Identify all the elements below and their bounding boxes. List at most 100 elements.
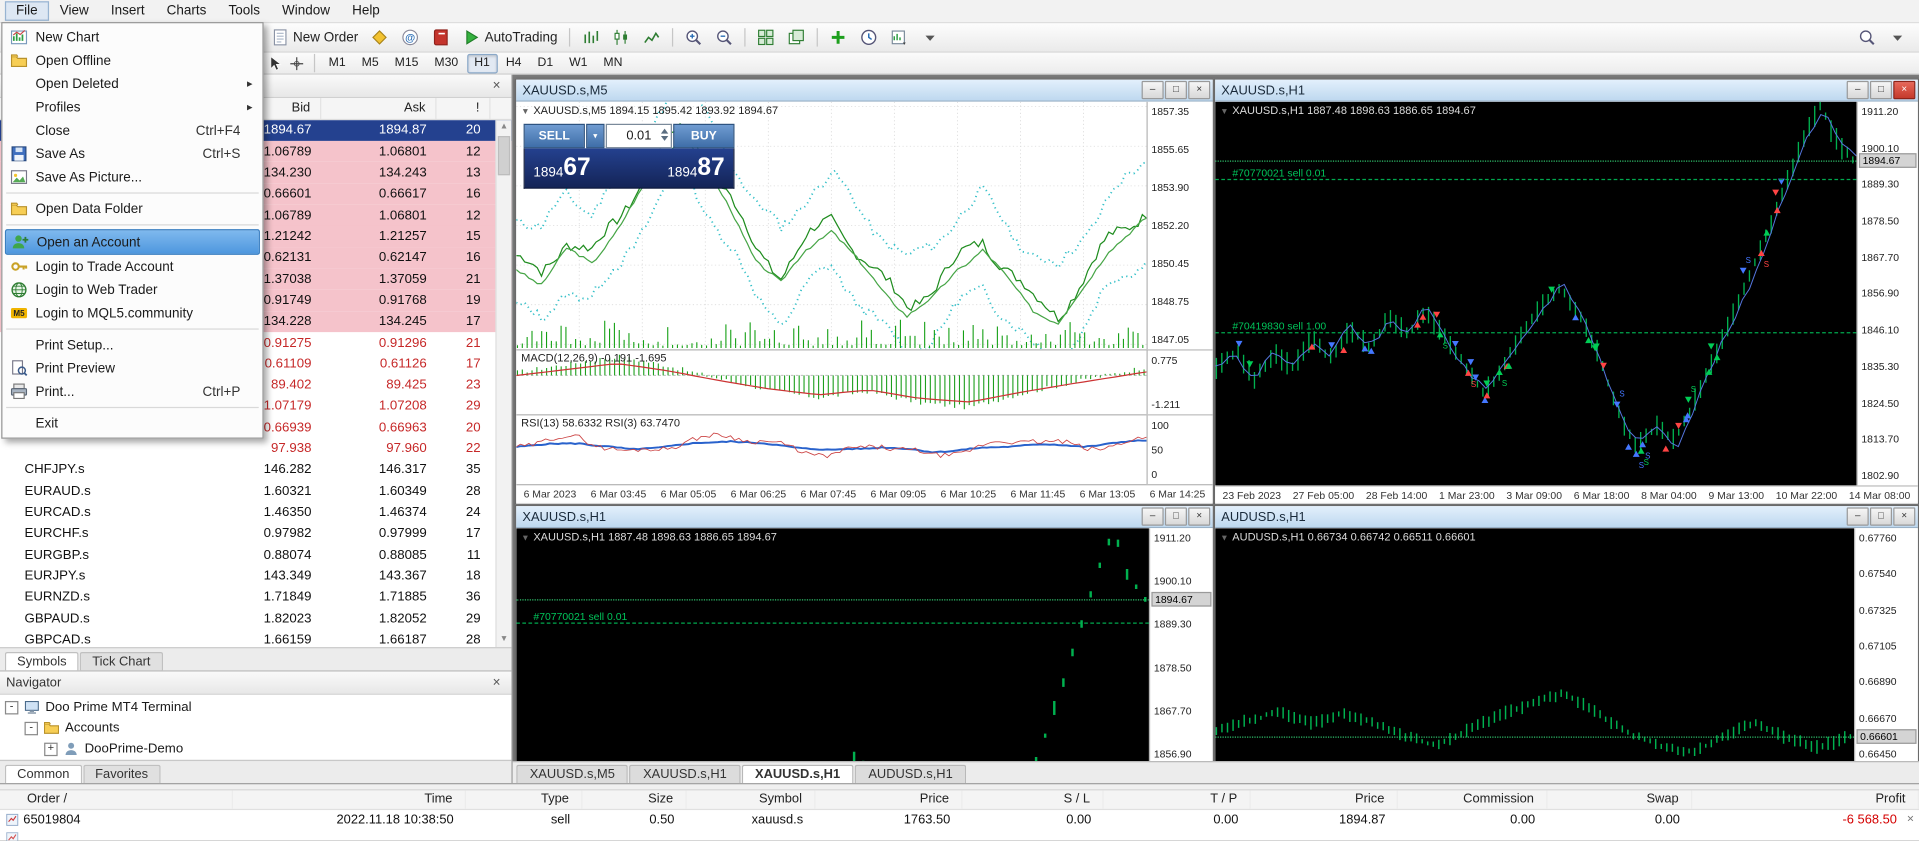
col-size[interactable]: Size — [582, 790, 686, 808]
market-watch-row[interactable]: CHFJPY.s 146.282 146.317 35 — [0, 459, 511, 480]
col-time[interactable]: Time — [233, 790, 466, 808]
printer-item[interactable]: Print... Ctrl+P — [5, 380, 260, 403]
restore-button[interactable]: □ — [1870, 81, 1892, 99]
timeframe-button[interactable]: M15 — [387, 53, 426, 73]
picture-item[interactable]: Save As Picture... — [5, 165, 260, 188]
col-ask[interactable]: Ask — [321, 98, 436, 119]
scrollbar-thumb[interactable] — [498, 136, 510, 175]
file-menu-item[interactable]: Close Ctrl+F4 — [5, 119, 260, 142]
chart-tab[interactable]: AUDUSD.s,H1 — [855, 765, 966, 783]
market-watch-row[interactable]: EURAUD.s 1.60321 1.60349 28 — [0, 480, 511, 501]
timeframe-button[interactable]: M30 — [427, 53, 466, 73]
trade-level-line[interactable]: #70770021 sell 0.01 — [1215, 179, 1856, 180]
market-watch-row[interactable]: EURNZD.s 1.71849 1.71885 36 — [0, 587, 511, 608]
chevron-down-icon[interactable]: ▼ — [1220, 534, 1229, 543]
navigator-tab[interactable]: Favorites — [83, 765, 160, 783]
mql5-item[interactable]: M5 Login to MQL5.community — [5, 301, 260, 324]
market-watch-row[interactable]: GBPCAD.s 1.66159 1.66187 28 — [0, 629, 511, 647]
new-chart-item[interactable]: New Chart — [5, 26, 260, 49]
col-sl[interactable]: S / L — [963, 790, 1104, 808]
search-button[interactable] — [1853, 25, 1881, 51]
market-watch-row[interactable]: EURCHF.s 0.97982 0.97999 17 — [0, 523, 511, 544]
tree-expander-icon[interactable]: - — [5, 701, 18, 714]
close-button[interactable]: × — [1893, 81, 1915, 99]
chart-window-titlebar[interactable]: AUDUSD.s,H1 – □ × — [1215, 506, 1918, 528]
timeframe-button[interactable]: M5 — [354, 53, 386, 73]
chevron-down-icon[interactable]: ▼ — [521, 534, 530, 543]
news-item[interactable]: @ — [396, 25, 424, 51]
timeframe-button[interactable]: H4 — [498, 53, 528, 73]
col-open-price[interactable]: Price — [815, 790, 962, 808]
navigator-item[interactable]: -Accounts — [0, 718, 511, 739]
restore-button[interactable]: □ — [1165, 81, 1187, 99]
restore-button[interactable]: □ — [1165, 507, 1187, 525]
arrow-down-item[interactable] — [916, 25, 944, 51]
col-swap[interactable]: Swap — [1547, 790, 1692, 808]
minimize-button[interactable]: – — [1847, 81, 1869, 99]
macd-pane[interactable]: MACD(12,26,9) -0.191 -1.695 — [516, 350, 1146, 414]
minimize-button[interactable]: – — [1142, 81, 1164, 99]
minimize-button[interactable]: – — [1142, 507, 1164, 525]
file-menu-item[interactable]: Exit — [5, 412, 260, 435]
price-chart[interactable]: ▼XAUUSD.s,M5 1894.15 1895.42 1893.92 189… — [516, 102, 1146, 350]
preview-item[interactable]: Print Preview — [5, 357, 260, 380]
navigator-item[interactable]: -Doo Prime MT4 Terminal — [0, 697, 511, 718]
folder-item[interactable]: Open Offline — [5, 49, 260, 72]
cursor-icon[interactable] — [266, 55, 283, 72]
col-current-price[interactable]: Price — [1251, 790, 1398, 808]
metaeditor-item[interactable] — [366, 25, 394, 51]
menu-bar-item[interactable]: File — [5, 1, 49, 21]
market-watch-row[interactable]: EURCAD.s 1.46350 1.46374 24 — [0, 502, 511, 523]
restore-button[interactable]: □ — [1870, 507, 1892, 525]
menu-bar-item[interactable]: Charts — [156, 1, 218, 21]
zoom-out-item[interactable] — [710, 25, 738, 51]
timeframe-button[interactable]: H1 — [467, 53, 497, 73]
minimize-button[interactable]: – — [1847, 507, 1869, 525]
tree-expander-icon[interactable]: - — [25, 721, 38, 734]
trade-level-line[interactable]: #70419830 sell 1.00 — [1215, 332, 1856, 333]
folder-item[interactable]: Open Data Folder — [5, 197, 260, 220]
new-order-item[interactable]: New Order — [266, 25, 363, 51]
rsi-pane[interactable]: RSI(13) 58.6332 RSI(3) 63.7470 — [516, 415, 1146, 484]
lot-size-input[interactable]: 0.01 — [606, 124, 672, 149]
buy-button[interactable]: BUY — [673, 124, 734, 149]
chart-tab[interactable]: XAUUSD.s,H1 — [741, 765, 853, 783]
periods-item[interactable] — [854, 25, 882, 51]
trade-level-line[interactable]: #70770021 sell 0.01 — [516, 623, 1149, 624]
save-item[interactable]: Save As Ctrl+S — [5, 142, 260, 165]
indicators-item[interactable] — [824, 25, 852, 51]
col-symbol[interactable]: Symbol — [687, 790, 816, 808]
chart-line-item[interactable] — [637, 25, 665, 51]
price-chart[interactable]: SSSSSSSSSS ▼XAUUSD.s,H1 1887.48 1898.63 … — [1215, 102, 1856, 486]
timeframe-button[interactable]: MN — [596, 53, 630, 73]
order-row-partial[interactable] — [0, 828, 1919, 840]
market-watch-row[interactable]: GBPAUD.s 1.82023 1.82052 29 — [0, 608, 511, 629]
file-menu-item[interactable]: Profiles ▸ — [5, 96, 260, 119]
navigator-caption[interactable]: Navigator × — [0, 671, 511, 694]
price-chart[interactable]: ▼XAUUSD.s,H1 1887.48 1898.63 1886.65 189… — [516, 528, 1149, 763]
file-menu-item[interactable]: Print Setup... — [5, 333, 260, 356]
key-item[interactable]: Login to Trade Account — [5, 255, 260, 278]
crosshair-icon[interactable] — [288, 55, 305, 72]
menu-bar-item[interactable]: Help — [341, 1, 391, 21]
col-tp[interactable]: T / P — [1104, 790, 1251, 808]
close-icon[interactable]: × — [488, 675, 505, 690]
zoom-in-item[interactable] — [679, 25, 707, 51]
scroll-up-icon[interactable]: ▲ — [497, 120, 512, 135]
col-order[interactable]: Order / — [0, 790, 233, 808]
market-watch-row[interactable]: EURGBP.s 0.88074 0.88085 11 — [0, 544, 511, 565]
chart-window-titlebar[interactable]: XAUUSD.s,M5 – □ × — [516, 80, 1212, 102]
col-commission[interactable]: Commission — [1398, 790, 1548, 808]
scroll-down-icon[interactable]: ▼ — [497, 632, 512, 647]
timeframe-button[interactable]: W1 — [562, 53, 595, 73]
lot-spinner[interactable] — [661, 129, 668, 141]
market-item[interactable] — [427, 25, 455, 51]
menu-bar-item[interactable]: View — [49, 1, 100, 21]
market-watch-row[interactable]: EURJPY.s 143.349 143.367 18 — [0, 565, 511, 586]
menu-bar-item[interactable]: Tools — [217, 1, 271, 21]
account-add-item[interactable]: Open an Account — [5, 229, 260, 255]
chart-bars-item[interactable] — [576, 25, 604, 51]
col-spread[interactable]: ! — [437, 98, 491, 119]
navigator-item[interactable]: +DooPrime-Demo — [0, 739, 511, 760]
navigator-tab[interactable]: Common — [5, 765, 82, 783]
